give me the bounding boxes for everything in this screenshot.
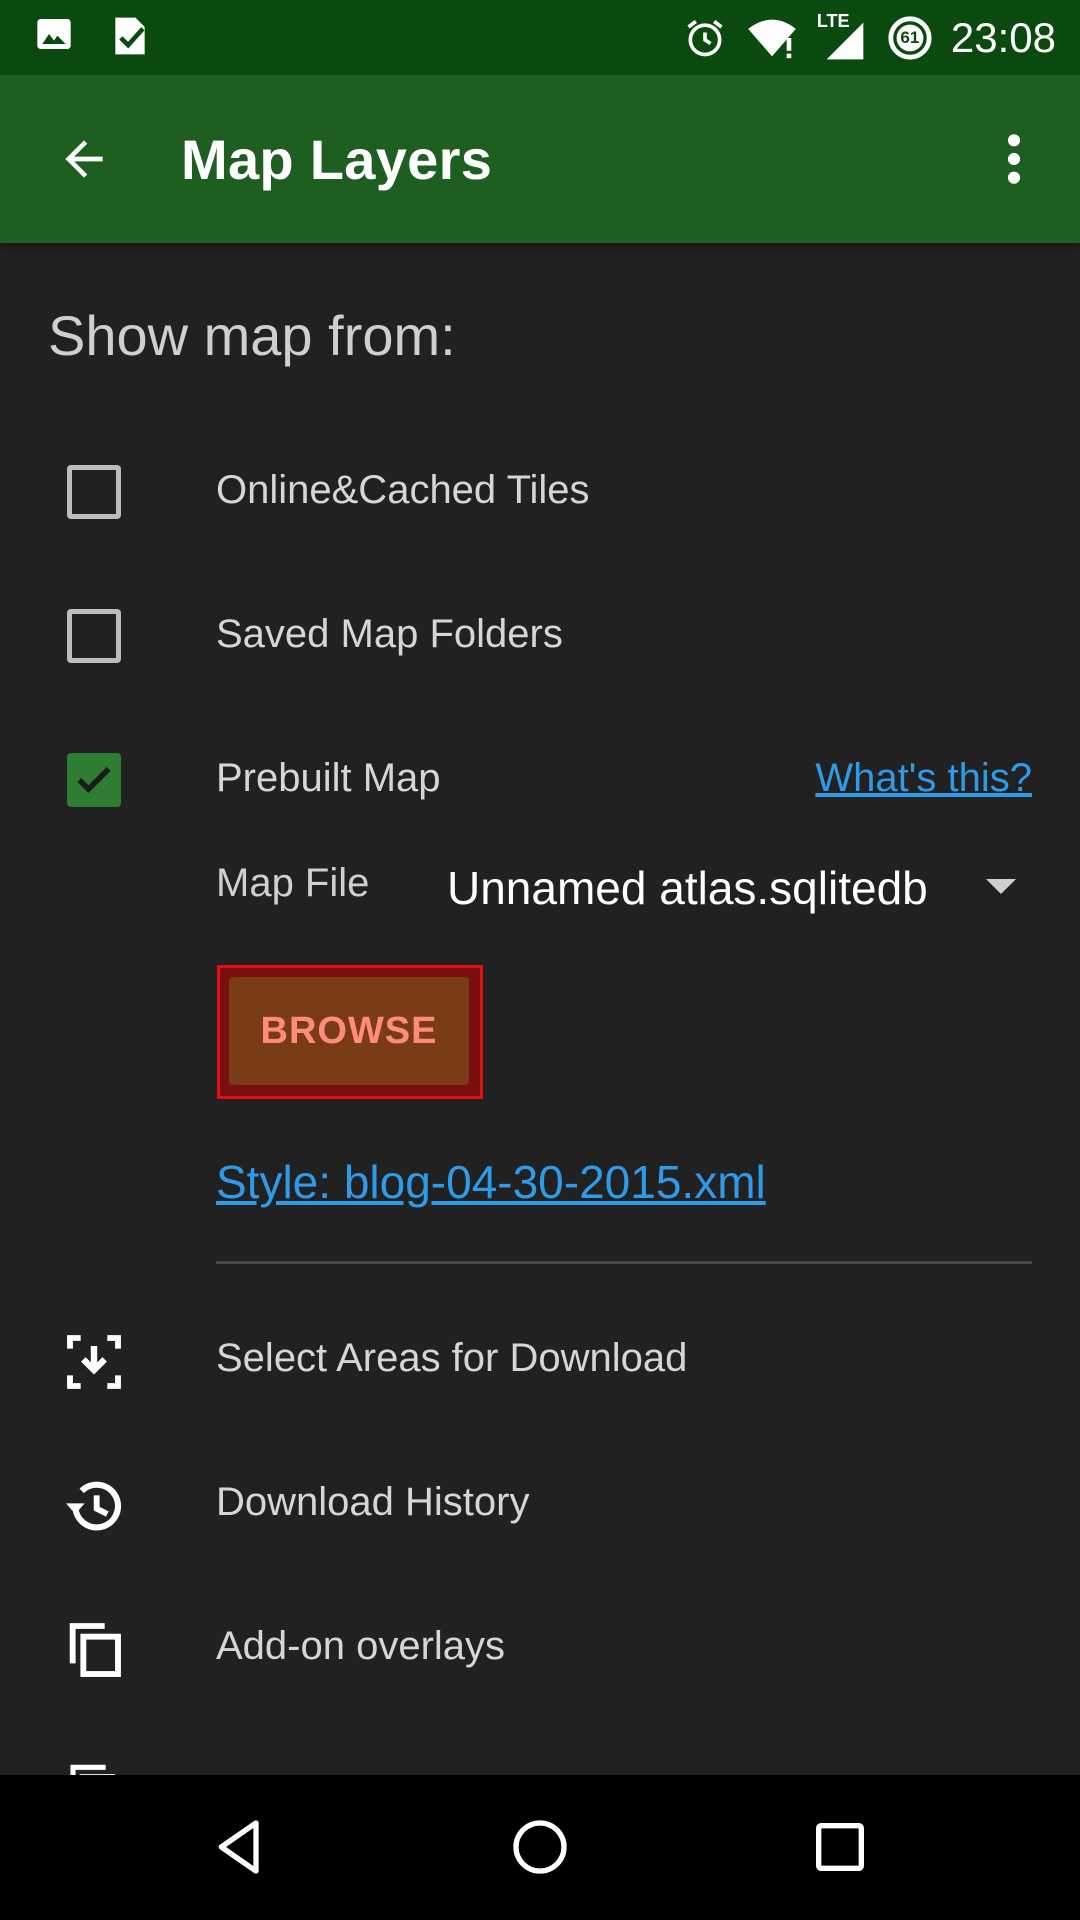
- browse-button[interactable]: BROWSE: [229, 977, 469, 1085]
- task-check-icon: [115, 17, 145, 55]
- prebuilt-map-label: Prebuilt Map: [216, 756, 441, 800]
- source-row-online[interactable]: Online&Cached Tiles: [0, 465, 1080, 568]
- menu-label-select-areas: Select Areas for Download: [216, 1336, 688, 1380]
- dropdown-arrow-icon[interactable]: [986, 879, 1016, 894]
- style-link[interactable]: Style: blog-04-30-2015.xml: [216, 1155, 766, 1209]
- wifi-icon: [748, 19, 796, 59]
- back-nav-icon[interactable]: [208, 1815, 272, 1879]
- browse-highlight: BROWSE: [217, 965, 483, 1099]
- partial-item-icon: [70, 1764, 115, 1775]
- status-time: 23:08: [950, 14, 1056, 61]
- checkmark-icon: [77, 767, 111, 794]
- history-icon: [66, 1481, 122, 1531]
- battery-level: 61: [900, 28, 920, 47]
- more-vert-icon[interactable]: [994, 131, 1034, 187]
- online-tiles-label: Online&Cached Tiles: [216, 468, 590, 512]
- copy-layers-icon: [69, 1623, 121, 1677]
- alarm-icon: [687, 20, 723, 57]
- whats-this-link[interactable]: What's this?: [815, 756, 1032, 801]
- saved-folders-checkbox[interactable]: [67, 609, 121, 663]
- online-tiles-checkbox[interactable]: [67, 465, 121, 519]
- recents-nav-icon[interactable]: [808, 1815, 872, 1879]
- download-area-icon: [67, 1335, 121, 1389]
- map-file-select[interactable]: Unnamed atlas.sqlitedb: [447, 861, 928, 915]
- saved-folders-label: Saved Map Folders: [216, 612, 563, 656]
- menu-label-download-history: Download History: [216, 1480, 530, 1524]
- status-right-icons: LTE 61 23:08: [683, 8, 1056, 68]
- status-left-icons: [34, 14, 152, 58]
- source-row-saved[interactable]: Saved Map Folders: [0, 609, 1080, 712]
- menu-item-download-history[interactable]: Download History: [0, 1444, 1080, 1564]
- lte-signal-icon: LTE: [817, 11, 869, 63]
- prebuilt-map-checkbox[interactable]: [67, 753, 121, 807]
- status-bar: LTE 61 23:08: [0, 0, 1080, 75]
- map-layers-content: Show map from: Online&Cached Tiles Saved…: [0, 243, 1080, 1775]
- arrow-back-icon[interactable]: [56, 131, 112, 187]
- home-nav-icon[interactable]: [508, 1815, 572, 1879]
- menu-item-select-areas[interactable]: Select Areas for Download: [0, 1300, 1080, 1420]
- battery-icon: 61: [887, 15, 933, 61]
- image-icon: [37, 19, 71, 49]
- menu-item-addon-overlays[interactable]: Add-on overlays: [0, 1588, 1080, 1708]
- navigation-bar: [0, 1775, 1080, 1920]
- section-title: Show map from:: [48, 304, 456, 367]
- divider: [216, 1261, 1032, 1264]
- map-file-label: Map File: [216, 861, 370, 905]
- menu-label-addon-overlays: Add-on overlays: [216, 1624, 506, 1668]
- app-bar: Map Layers: [0, 75, 1080, 243]
- page-title: Map Layers: [181, 128, 493, 191]
- source-row-prebuilt[interactable]: Prebuilt Map What's this?: [0, 753, 1080, 856]
